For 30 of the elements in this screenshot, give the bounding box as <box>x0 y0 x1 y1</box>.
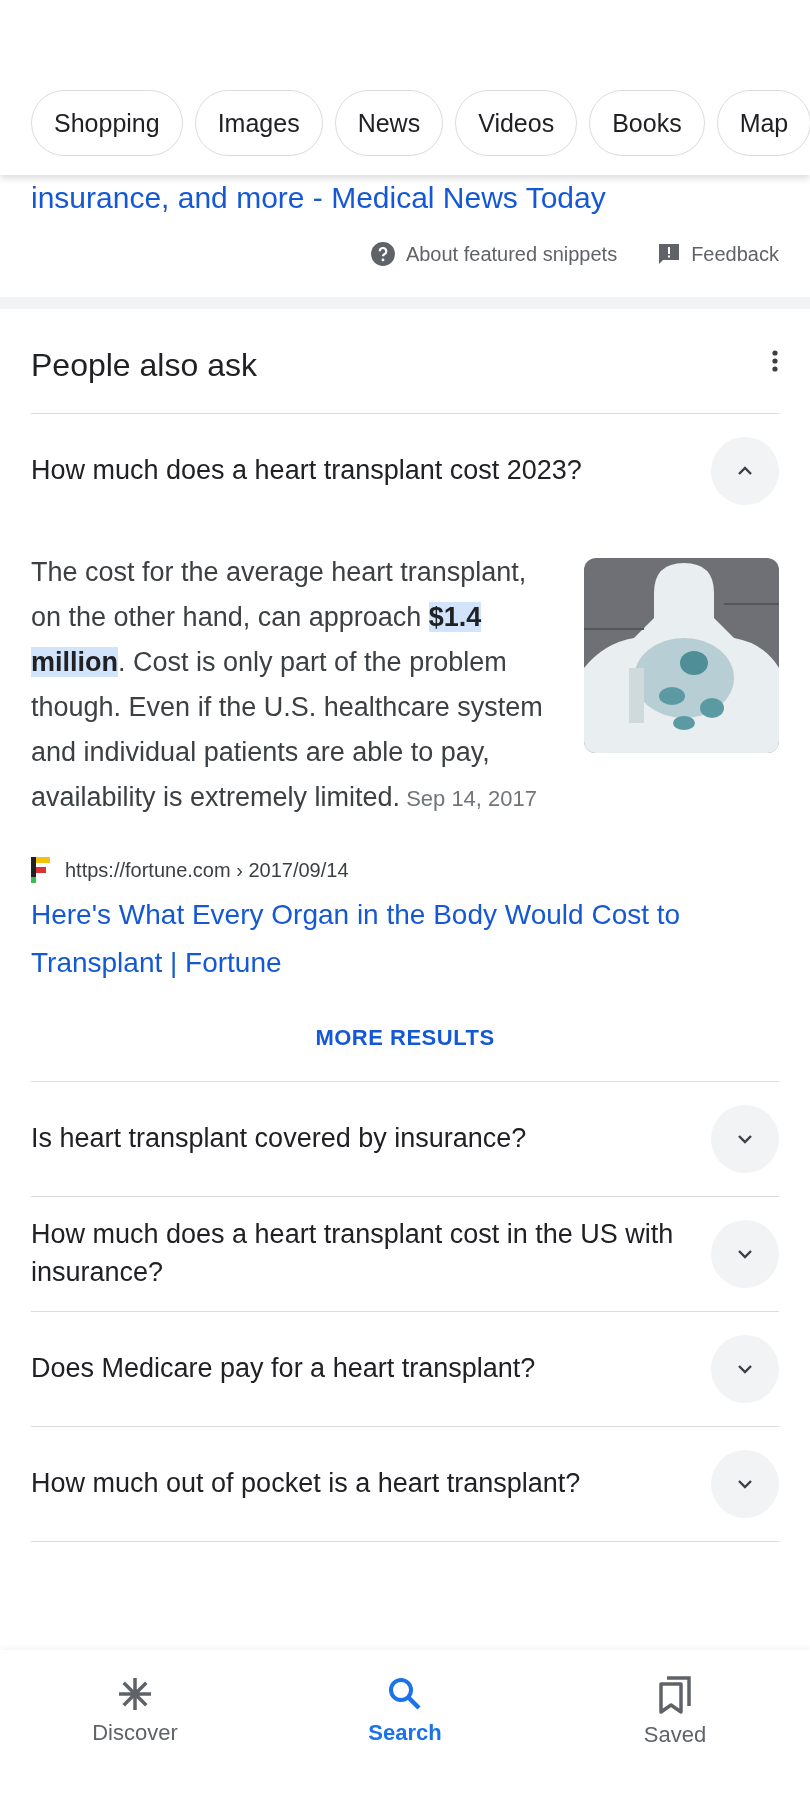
more-results-link[interactable]: MORE RESULTS <box>31 987 779 1081</box>
feedback-icon <box>657 242 682 266</box>
result-title-link[interactable]: insurance, and more - Medical News Today <box>0 175 810 215</box>
nav-tab[interactable]: Discover <box>0 1650 270 1760</box>
answer-date: Sep 14, 2017 <box>406 786 538 811</box>
answer-text: The cost for the average heart transplant, on the other hand, can approach $1.4 million. Cost is only part of the problem though. Even if the U.S. healthcare system and individual patients are able to pay, availability is extremely limited. Sep 14, 2017 <box>31 556 544 814</box>
filter-chip[interactable]: Videos <box>455 90 578 156</box>
source-url: https://fortune.com › 2017/09/14 <box>65 858 349 882</box>
asterisk-icon <box>117 1676 153 1712</box>
filter-chip[interactable]: News <box>334 90 444 156</box>
feedback-link[interactable]: Feedback <box>691 242 779 266</box>
search-icon <box>387 1676 423 1712</box>
source-title-link[interactable]: Here's What Every Organ in the Body Would Cost to Transplant | Fortune <box>31 891 779 987</box>
filter-chip[interactable]: Map <box>716 90 810 156</box>
help-icon <box>369 241 396 267</box>
question-text[interactable]: Does Medicare pay for a heart transplant? <box>31 1350 691 1388</box>
about-snippets-link[interactable]: About featured snippets <box>405 242 618 266</box>
question-text[interactable]: How much out of pocket is a heart transplant? <box>31 1465 691 1503</box>
question-text[interactable]: How much does a heart transplant cost in the US with insurance? <box>31 1216 691 1292</box>
filter-chip[interactable]: Books <box>589 90 705 156</box>
nav-tab[interactable]: Search <box>270 1650 540 1760</box>
bookmarks-icon <box>659 1676 691 1714</box>
filter-chip[interactable]: Images <box>194 90 323 156</box>
section-title: People also ask <box>31 345 257 384</box>
more-options-icon[interactable] <box>771 349 779 373</box>
question-text[interactable]: Is heart transplant covered by insurance? <box>31 1120 691 1158</box>
nav-tab[interactable]: Saved <box>540 1650 810 1760</box>
question-text[interactable]: How much does a heart transplant cost 2023? <box>31 452 691 490</box>
filter-chip[interactable]: Shopping <box>31 90 183 156</box>
site-logo-icon <box>31 855 51 885</box>
